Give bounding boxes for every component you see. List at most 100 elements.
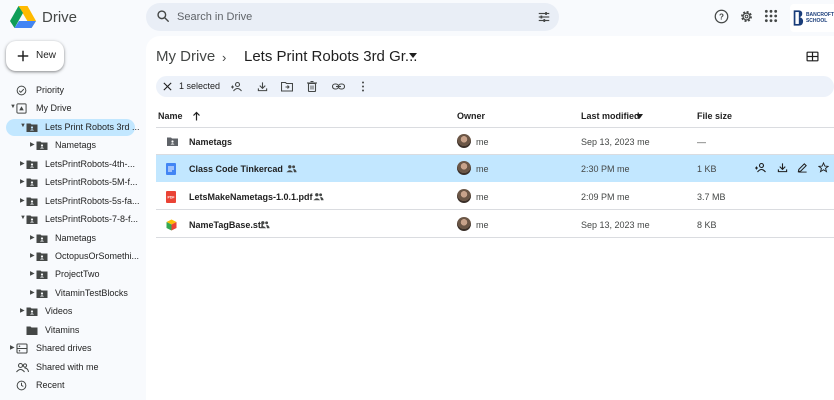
my-drive-icon bbox=[16, 103, 27, 114]
sidebar-item-octopus[interactable]: ▶ OctopusOrSomethi... bbox=[6, 248, 139, 265]
new-button[interactable]: New bbox=[6, 41, 64, 71]
file-row[interactable]: Nametags me Sep 13, 2023 me — bbox=[156, 128, 834, 155]
column-header-name[interactable]: Name bbox=[158, 111, 183, 121]
shared-folder-icon bbox=[26, 123, 38, 132]
caret-right-icon[interactable]: ▶ bbox=[30, 252, 35, 259]
sort-dropdown-caret-icon[interactable] bbox=[636, 114, 643, 119]
sidebar-item-recent[interactable]: Recent bbox=[6, 377, 136, 394]
search-bar[interactable] bbox=[146, 3, 559, 31]
owner-name: me bbox=[476, 192, 489, 202]
recent-clock-icon bbox=[16, 380, 27, 391]
file-size: 3.7 MB bbox=[697, 192, 726, 202]
trash-icon[interactable] bbox=[307, 81, 317, 92]
sort-ascending-arrow-icon[interactable] bbox=[192, 111, 201, 121]
file-row[interactable]: PDF LetsMakeNametags-1.0.1.pdf me 2:09 P… bbox=[156, 183, 834, 210]
owner-avatar bbox=[457, 134, 471, 148]
sidebar-item-label: Shared with me bbox=[36, 362, 99, 372]
shared-people-icon bbox=[313, 193, 324, 201]
file-name[interactable]: NameTagBase.stl bbox=[189, 220, 263, 230]
shared-folder-icon bbox=[36, 141, 48, 150]
sidebar-item-label: Recent bbox=[36, 380, 65, 390]
caret-right-icon[interactable]: ▶ bbox=[30, 289, 35, 296]
sidebar-item-nametags-sub[interactable]: ▶ Nametags bbox=[6, 230, 136, 247]
owner-name: me bbox=[476, 137, 489, 147]
shared-with-me-icon bbox=[16, 362, 29, 373]
caret-right-icon[interactable]: ▶ bbox=[20, 160, 25, 167]
settings-gear-icon[interactable] bbox=[739, 9, 754, 24]
copy-link-icon[interactable] bbox=[332, 81, 345, 92]
move-to-folder-icon[interactable] bbox=[281, 81, 293, 92]
sidebar-item-project-two[interactable]: ▶ ProjectTwo bbox=[6, 266, 136, 283]
column-header-last-modified[interactable]: Last modified bbox=[581, 111, 640, 121]
sidebar-item-my-drive[interactable]: ▼ My Drive bbox=[6, 100, 136, 117]
sidebar-item-label: Vitamins bbox=[45, 325, 80, 335]
file-row-selected[interactable]: Class Code Tinkercad me 2:30 PM me 1 KB bbox=[156, 155, 834, 182]
drive-logo[interactable]: Drive bbox=[10, 6, 77, 28]
sidebar-item-label: Lets Print Robots 3rd ... bbox=[45, 122, 140, 132]
rename-pencil-icon[interactable] bbox=[797, 162, 808, 173]
search-options-icon[interactable] bbox=[537, 10, 551, 24]
sidebar-item-lets-print-robots-4th[interactable]: ▶ LetsPrintRobots-4th-... bbox=[6, 156, 136, 173]
sidebar-item-shared-with-me[interactable]: Shared with me bbox=[6, 359, 136, 376]
caret-right-icon[interactable]: ▶ bbox=[30, 141, 35, 148]
modified-date: 2:09 PM bbox=[581, 192, 615, 202]
sidebar-item-nametags[interactable]: ▶ Nametags bbox=[6, 137, 136, 154]
sidebar-item-lets-print-robots-3rd[interactable]: ▼ Lets Print Robots 3rd ... bbox=[6, 119, 140, 136]
file-size: 8 KB bbox=[697, 220, 717, 230]
file-name[interactable]: LetsMakeNametags-1.0.1.pdf bbox=[189, 192, 313, 202]
grid-view-toggle-icon[interactable] bbox=[806, 51, 819, 62]
caret-right-icon[interactable]: ▶ bbox=[30, 270, 35, 277]
caret-right-icon[interactable]: ▶ bbox=[10, 344, 15, 351]
caret-right-icon[interactable]: ▶ bbox=[20, 178, 25, 185]
modified-by: me bbox=[617, 164, 630, 174]
main-panel: My Drive › Lets Print Robots 3rd Gr... 1… bbox=[146, 36, 834, 400]
file-row[interactable]: NameTagBase.stl me Sep 13, 2023 me 8 KB bbox=[156, 211, 834, 238]
caret-right-icon[interactable]: ▶ bbox=[20, 307, 25, 314]
sidebar-item-lets-print-robots-7-8[interactable]: ▼ LetsPrintRobots-7-8-f... bbox=[6, 211, 139, 228]
sidebar-item-label: ProjectTwo bbox=[55, 269, 100, 279]
share-add-person-icon[interactable] bbox=[231, 81, 244, 92]
download-icon[interactable] bbox=[257, 81, 268, 92]
shared-folder-icon bbox=[36, 270, 48, 279]
modified-date: Sep 13, 2023 bbox=[581, 220, 635, 230]
column-header-owner[interactable]: Owner bbox=[457, 111, 485, 121]
sidebar-item-videos[interactable]: ▶ Videos bbox=[6, 303, 136, 320]
file-name[interactable]: Class Code Tinkercad bbox=[189, 164, 283, 174]
breadcrumb-current-folder[interactable]: Lets Print Robots 3rd Gr... bbox=[244, 48, 417, 65]
sidebar-item-label: LetsPrintRobots-7-8-f... bbox=[45, 214, 139, 224]
sidebar-item-label: My Drive bbox=[36, 103, 72, 113]
sidebar-item-shared-drives[interactable]: ▶ Shared drives bbox=[6, 340, 136, 357]
help-icon[interactable]: ? bbox=[714, 9, 729, 24]
last-modified: 2:30 PM me bbox=[581, 164, 630, 174]
search-icon[interactable] bbox=[156, 9, 170, 23]
selection-action-bar: 1 selected bbox=[156, 76, 834, 97]
shared-folder-icon bbox=[26, 197, 38, 206]
caret-right-icon[interactable]: ▶ bbox=[30, 234, 35, 241]
download-icon[interactable] bbox=[777, 162, 788, 173]
star-icon[interactable] bbox=[818, 162, 829, 173]
svg-text:?: ? bbox=[719, 13, 724, 22]
owner-name: me bbox=[476, 220, 489, 230]
breadcrumb-separator-icon: › bbox=[222, 50, 227, 65]
search-input[interactable] bbox=[177, 3, 517, 31]
sidebar-item-vitamin-test-blocks[interactable]: ▶ VitaminTestBlocks bbox=[6, 285, 136, 302]
breadcrumb-my-drive[interactable]: My Drive bbox=[156, 48, 215, 65]
column-header-file-size[interactable]: File size bbox=[697, 111, 732, 121]
modified-date: 2:30 PM bbox=[581, 164, 615, 174]
file-name[interactable]: Nametags bbox=[189, 137, 232, 147]
share-add-person-icon[interactable] bbox=[755, 162, 768, 173]
sidebar-item-priority[interactable]: Priority bbox=[6, 82, 136, 99]
organization-badge[interactable]: BANCROFT SCHOOL bbox=[790, 4, 834, 32]
shared-folder-icon bbox=[26, 160, 38, 169]
folder-menu-caret-icon[interactable] bbox=[408, 52, 418, 60]
sidebar-item-label: LetsPrintRobots-4th-... bbox=[45, 159, 136, 169]
sidebar-item-vitamins[interactable]: Vitamins bbox=[6, 322, 136, 339]
caret-right-icon[interactable]: ▶ bbox=[20, 197, 25, 204]
more-actions-icon[interactable] bbox=[361, 81, 365, 92]
clear-selection-close-icon[interactable] bbox=[162, 81, 173, 92]
sidebar-item-lets-print-robots-5s[interactable]: ▶ LetsPrintRobots-5s-fa... bbox=[6, 193, 140, 210]
sidebar-item-label: LetsPrintRobots-5M-f... bbox=[45, 177, 138, 187]
modified-by: me bbox=[637, 220, 650, 230]
apps-grid-icon[interactable] bbox=[764, 9, 778, 23]
sidebar-item-lets-print-robots-5m[interactable]: ▶ LetsPrintRobots-5M-f... bbox=[6, 174, 138, 191]
